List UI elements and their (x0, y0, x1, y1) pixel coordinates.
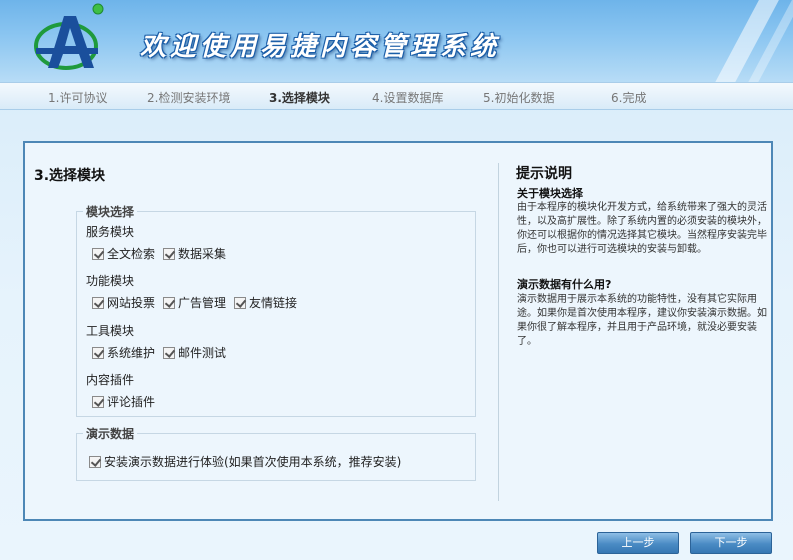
step-database: 4.设置数据库 (372, 91, 444, 105)
group-label-tools: 工具模块 (86, 324, 135, 338)
step-finish: 6.完成 (611, 91, 647, 105)
demo-data-legend: 演示数据 (83, 425, 138, 442)
tips-text-modules: 由于本程序的模块化开发方式，给系统带来了强大的灵活性，以及高扩展性。除了系统内置… (517, 202, 767, 255)
checkbox-data-collection[interactable]: 数据采集 (163, 245, 226, 262)
checkbox-ad-management[interactable]: 广告管理 (163, 294, 226, 311)
checkbox-fulltext-search[interactable]: 全文检索 (92, 245, 155, 262)
checkbox-checked-icon[interactable] (92, 395, 104, 408)
tips-text-demo: 演示数据用于展示本系统的功能特性，没有其它实际用途。如果你是首次使用本程序，建议… (517, 294, 767, 347)
panel-divider (498, 163, 499, 501)
section-title: 3.选择模块 (34, 168, 106, 184)
tips-title: 提示说明 (516, 166, 572, 182)
checkbox-checked-icon[interactable] (163, 346, 175, 359)
app-title: 欢迎使用易捷内容管理系统 (140, 32, 501, 62)
group-label-content-plugins: 内容插件 (86, 373, 135, 387)
main-panel: 3.选择模块 模块选择 服务模块 全文检索 数据采集 功能模块 网站投票 广告管… (23, 141, 773, 521)
tips-heading-modules: 关于模块选择 (517, 187, 583, 200)
checkbox-comment-plugin[interactable]: 评论插件 (92, 393, 155, 410)
checkbox-checked-icon[interactable] (89, 455, 101, 468)
checkbox-checked-icon[interactable] (92, 296, 104, 309)
group-label-function: 功能模块 (86, 274, 135, 288)
wizard-steps: 1.许可协议 2.检测安装环境 3.选择模块 4.设置数据库 5.初始化数据 6… (0, 82, 793, 110)
group-label-service: 服务模块 (86, 225, 135, 239)
step-select-modules: 3.选择模块 (269, 91, 330, 105)
checkbox-checked-icon[interactable] (92, 346, 104, 359)
demo-data-group: 演示数据 安装演示数据进行体验(如果首次使用本系统，推荐安装) (76, 425, 476, 481)
checkbox-checked-icon[interactable] (92, 247, 104, 260)
checkbox-checked-icon[interactable] (234, 296, 246, 309)
tips-heading-demo: 演示数据有什么用? (517, 278, 612, 291)
step-init-data: 5.初始化数据 (483, 91, 555, 105)
header-banner: 欢迎使用易捷内容管理系统 (0, 0, 793, 82)
checkbox-install-demo-data[interactable]: 安装演示数据进行体验(如果首次使用本系统，推荐安装) (89, 453, 401, 470)
app-logo-icon (34, 3, 104, 70)
checkbox-checked-icon[interactable] (163, 296, 175, 309)
module-selection-legend: 模块选择 (83, 203, 138, 220)
checkbox-checked-icon[interactable] (163, 247, 175, 260)
checkbox-system-maintenance[interactable]: 系统维护 (92, 344, 155, 361)
module-selection-group: 模块选择 服务模块 全文检索 数据采集 功能模块 网站投票 广告管理 友情链接 … (76, 203, 476, 417)
checkbox-friend-links[interactable]: 友情链接 (234, 294, 297, 311)
checkbox-site-voting[interactable]: 网站投票 (92, 294, 155, 311)
prev-step-button[interactable]: 上一步 (597, 532, 679, 554)
checkbox-mail-test[interactable]: 邮件测试 (163, 344, 226, 361)
step-license: 1.许可协议 (48, 91, 108, 105)
next-step-button[interactable]: 下一步 (690, 532, 772, 554)
step-env-check: 2.检测安装环境 (147, 91, 231, 105)
